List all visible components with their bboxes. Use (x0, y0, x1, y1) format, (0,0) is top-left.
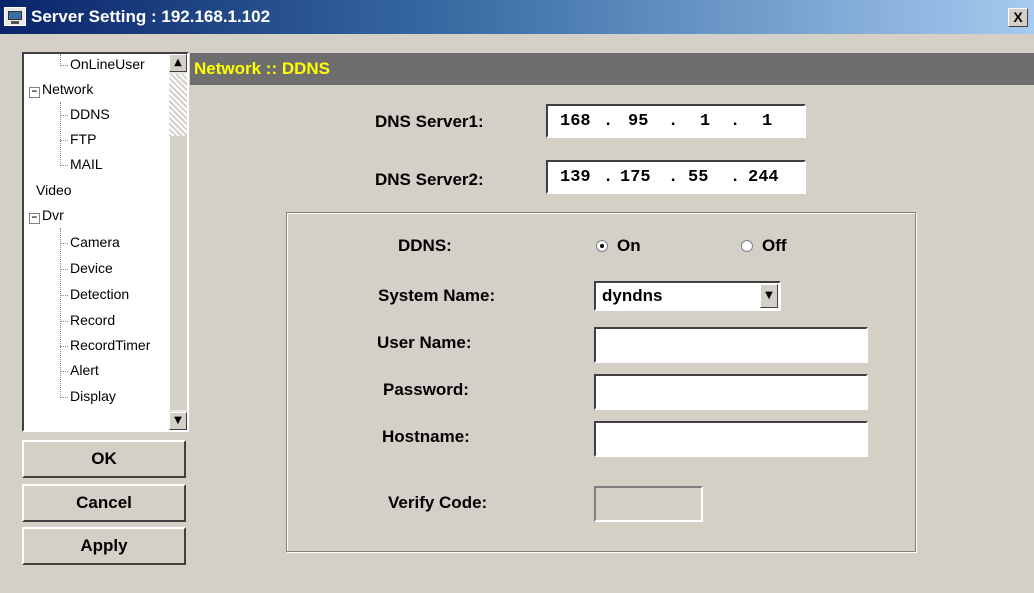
dns-server2-field[interactable]: 139 . 175 . 55 . 244 (546, 160, 806, 194)
dvr-collapse-icon[interactable]: − (29, 213, 40, 224)
section-title: Network :: DDNS (194, 59, 331, 78)
tree-item-mail[interactable]: MAIL (60, 156, 103, 178)
scroll-track[interactable] (169, 136, 187, 410)
tree-item-device[interactable]: Device (60, 260, 113, 282)
password-field[interactable] (594, 374, 868, 410)
section-header: Network :: DDNS (190, 53, 1034, 85)
scroll-up-arrow-icon[interactable]: ▲ (169, 54, 187, 72)
tree-item-video[interactable]: Video (36, 182, 72, 204)
verify-code-label: Verify Code: (388, 493, 488, 512)
settings-tree: OnLineUser − Network DDNS FTP MAIL Video… (22, 52, 189, 432)
ip-dot: . (668, 112, 679, 131)
user-name-field[interactable] (594, 327, 868, 363)
hostname-field[interactable] (594, 421, 868, 457)
ip-dot: . (603, 112, 614, 131)
dns-server1-field[interactable]: 168 . 95 . 1 . 1 (546, 104, 806, 138)
scroll-thumb[interactable] (169, 74, 187, 136)
ddns-label: DDNS: (398, 236, 452, 255)
tree-item-alert[interactable]: Alert (60, 362, 99, 384)
ddns-off-label[interactable]: Off (762, 236, 787, 256)
hostname-label: Hostname: (382, 427, 470, 446)
title-bar: Server Setting : 192.168.1.102 X (0, 0, 1034, 34)
dns1-octet-1[interactable]: 168 (560, 112, 591, 131)
apply-button[interactable]: Apply (22, 527, 186, 565)
dns2-octet-3[interactable]: 55 (688, 168, 708, 187)
close-button[interactable]: X (1008, 8, 1028, 27)
tree-item-onlineuser[interactable]: OnLineUser (60, 56, 145, 78)
tree-item-dvr[interactable]: Dvr (42, 207, 64, 229)
dns2-octet-4[interactable]: 244 (748, 168, 779, 187)
system-name-label: System Name: (378, 286, 496, 305)
dns2-octet-1[interactable]: 139 (560, 168, 591, 187)
chevron-down-icon[interactable]: ▼ (760, 284, 778, 308)
ddns-off-radio[interactable] (741, 240, 753, 252)
tree-scrollbar[interactable]: ▲ ▼ (169, 54, 187, 430)
dns1-octet-4[interactable]: 1 (762, 112, 772, 131)
password-label: Password: (383, 380, 469, 399)
scroll-down-arrow-icon[interactable]: ▼ (169, 412, 187, 430)
tree-item-ddns[interactable]: DDNS (60, 106, 110, 128)
tree-item-ftp[interactable]: FTP (60, 131, 96, 153)
dns1-octet-2[interactable]: 95 (628, 112, 648, 131)
ok-button[interactable]: OK (22, 440, 186, 478)
dns2-octet-2[interactable]: 175 (620, 168, 651, 187)
tree-item-record[interactable]: Record (60, 312, 115, 334)
dns-server2-label: DNS Server2: (375, 170, 484, 189)
tree-item-recordtimer[interactable]: RecordTimer (60, 337, 150, 359)
tree-item-detection[interactable]: Detection (60, 286, 129, 308)
window-title: Server Setting : 192.168.1.102 (31, 7, 271, 26)
network-collapse-icon[interactable]: − (29, 87, 40, 98)
verify-code-field (594, 486, 703, 522)
ip-dot: . (603, 168, 614, 187)
server-setting-window: Server Setting : 192.168.1.102 X OnLineU… (0, 0, 1034, 593)
tree-item-display[interactable]: Display (60, 388, 116, 410)
ddns-on-radio[interactable] (596, 240, 608, 252)
dns-server1-label: DNS Server1: (375, 112, 484, 131)
cancel-button[interactable]: Cancel (22, 484, 186, 522)
user-name-label: User Name: (377, 333, 472, 352)
app-monitor-icon (4, 7, 26, 26)
ip-dot: . (730, 112, 741, 131)
ip-dot: . (668, 168, 679, 187)
system-name-value: dyndns (602, 286, 663, 305)
ip-dot: . (730, 168, 741, 187)
tree-item-camera[interactable]: Camera (60, 234, 120, 256)
dns1-octet-3[interactable]: 1 (700, 112, 710, 131)
ddns-on-label[interactable]: On (617, 236, 641, 256)
tree-item-network[interactable]: Network (42, 81, 93, 103)
system-name-select[interactable]: dyndns ▼ (594, 281, 781, 311)
